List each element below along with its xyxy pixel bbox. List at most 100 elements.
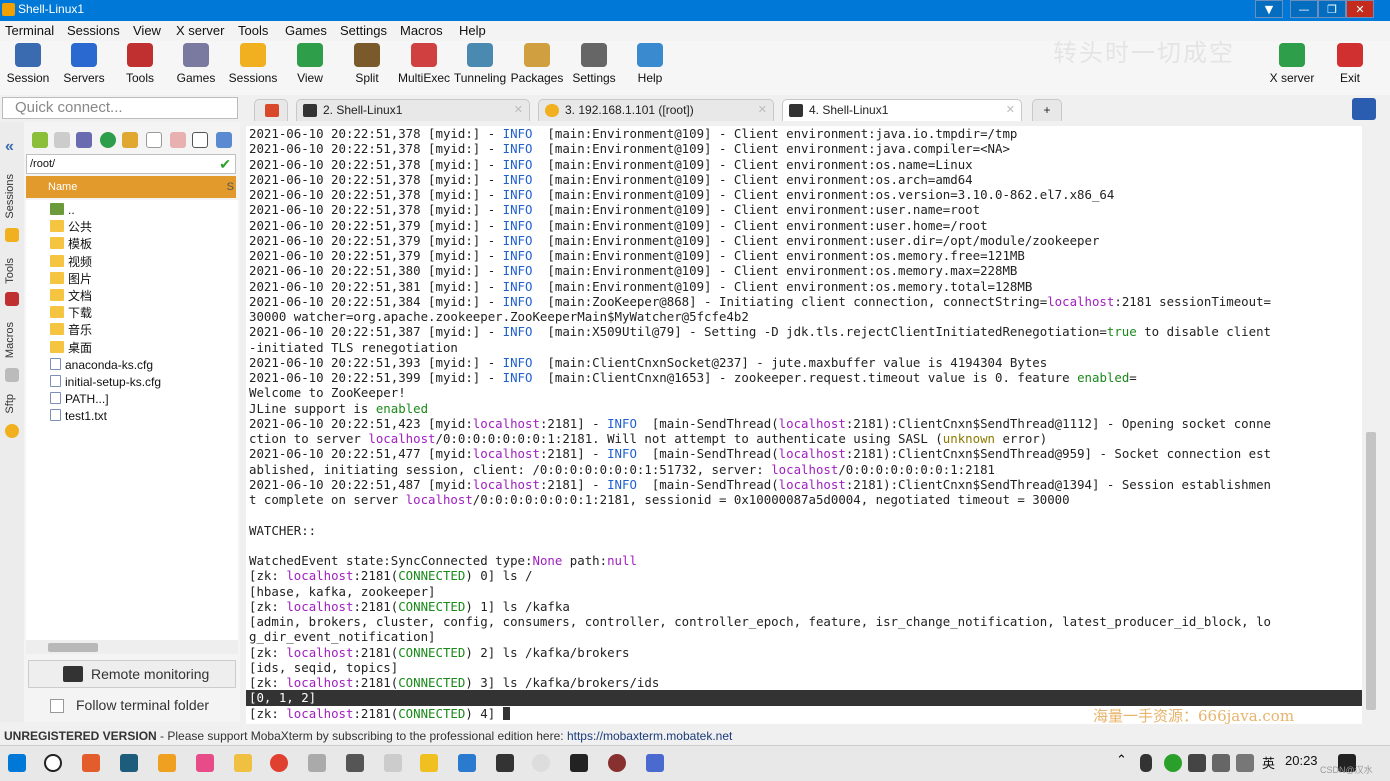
terminal-output[interactable]: 2021-06-10 20:22:51,378 [myid:] - INFO [… — [246, 126, 1362, 724]
rename-icon[interactable] — [192, 132, 208, 148]
menu-games[interactable]: Games — [285, 23, 327, 38]
tab-192-168-1-101[interactable]: 3. 192.168.1.101 ([root]) ✕ — [538, 99, 774, 121]
taskbar-app-icon[interactable] — [308, 754, 326, 772]
toolbar-servers-button[interactable]: Servers — [56, 43, 112, 85]
taskbar-app-icon[interactable] — [120, 754, 138, 772]
view-icon[interactable] — [216, 132, 232, 148]
taskbar-app-icon[interactable] — [458, 754, 476, 772]
quick-connect-input[interactable]: Quick connect... — [2, 97, 238, 119]
toolbar-settings-button[interactable]: Settings — [566, 43, 622, 85]
taskbar-app-icon[interactable] — [420, 754, 438, 772]
input-language[interactable]: 英 — [1262, 753, 1275, 772]
tab-shell-linux1-4[interactable]: 4. Shell-Linux1 ✕ — [782, 99, 1022, 121]
menu-terminal[interactable]: Terminal — [5, 23, 54, 38]
home-folder-icon[interactable] — [76, 132, 92, 148]
tray-icon[interactable] — [1164, 754, 1182, 772]
home-tab[interactable] — [254, 99, 288, 121]
close-icon[interactable]: ✕ — [758, 100, 767, 121]
minimize-button[interactable]: — — [1290, 0, 1318, 18]
toolbar-x-server-button[interactable]: X server — [1264, 43, 1320, 85]
checkmark-icon[interactable]: ✔ — [219, 155, 231, 173]
start-icon[interactable] — [8, 754, 26, 772]
download-icon[interactable] — [54, 132, 70, 148]
close-icon[interactable]: ✕ — [1006, 100, 1015, 121]
toolbar-session-button[interactable]: Session — [0, 43, 56, 85]
microphone-icon[interactable] — [1140, 754, 1152, 772]
taskbar-app-icon[interactable] — [570, 754, 588, 772]
folder-item[interactable]: 模板 — [50, 236, 92, 253]
folder-item[interactable]: 公共 — [50, 219, 92, 236]
taskbar-app-icon[interactable] — [196, 754, 214, 772]
menu-x-server[interactable]: X server — [176, 23, 224, 38]
folder-item[interactable]: 视频 — [50, 254, 92, 271]
maximize-button[interactable]: ❐ — [1318, 0, 1346, 18]
attach-icon[interactable] — [1352, 98, 1376, 120]
toolbar-help-button[interactable]: Help — [622, 43, 678, 85]
side-tab-sftp[interactable]: Sftp — [4, 394, 16, 414]
toolbar-sessions-button[interactable]: Sessions — [225, 43, 281, 85]
close-icon[interactable]: ✕ — [514, 100, 523, 121]
folder-item[interactable]: 桌面 — [50, 340, 92, 357]
clock[interactable]: 20:23 — [1285, 753, 1318, 768]
tray-icon[interactable] — [1188, 754, 1206, 772]
network-icon[interactable] — [1212, 754, 1230, 772]
file-item[interactable]: .. — [50, 202, 75, 219]
menu-help[interactable]: Help — [459, 23, 486, 38]
folder-item[interactable]: 音乐 — [50, 322, 92, 339]
collapse-icon[interactable]: « — [5, 138, 14, 156]
taskbar-app-icon[interactable] — [608, 754, 626, 772]
new-tab-button[interactable]: + — [1032, 99, 1062, 121]
menu-dropdown-button[interactable]: ▼ — [1255, 0, 1283, 18]
scroll-thumb[interactable] — [1366, 432, 1376, 710]
taskbar-app-icon[interactable] — [82, 754, 100, 772]
tab-shell-linux1-2[interactable]: 2. Shell-Linux1 ✕ — [296, 99, 530, 121]
folder-item[interactable]: 文档 — [50, 288, 92, 305]
scroll-thumb[interactable] — [48, 643, 98, 652]
side-tab-tools[interactable]: Tools — [4, 258, 16, 284]
menu-sessions[interactable]: Sessions — [67, 23, 120, 38]
upload-folder-icon[interactable] — [32, 132, 48, 148]
toolbar-multiexec-button[interactable]: MultiExec — [396, 43, 452, 85]
close-button[interactable]: ✕ — [1346, 0, 1374, 18]
folder-item[interactable]: 图片 — [50, 271, 92, 288]
horizontal-scrollbar[interactable] — [26, 640, 238, 654]
new-file-icon[interactable] — [146, 132, 162, 148]
toolbar-split-button[interactable]: Split — [339, 43, 395, 85]
taskbar-app-icon[interactable] — [158, 754, 176, 772]
toolbar-packages-button[interactable]: Packages — [509, 43, 565, 85]
toolbar-view-button[interactable]: View — [282, 43, 338, 85]
terminal-scrollbar[interactable] — [1363, 126, 1379, 724]
search-icon[interactable] — [44, 754, 62, 772]
file-item[interactable]: test1.txt — [50, 408, 107, 425]
menu-settings[interactable]: Settings — [340, 23, 387, 38]
file-item[interactable]: anaconda-ks.cfg — [50, 357, 153, 374]
chevron-up-icon[interactable]: ⌃ — [1116, 752, 1127, 768]
mobaxterm-link[interactable]: https://mobaxterm.mobatek.net — [567, 729, 732, 743]
remote-monitoring-button[interactable]: Remote monitoring — [28, 660, 236, 688]
toolbar-tools-button[interactable]: Tools — [112, 43, 168, 85]
side-tab-sessions[interactable]: Sessions — [4, 174, 16, 219]
menu-view[interactable]: View — [133, 23, 161, 38]
volume-icon[interactable] — [1236, 754, 1254, 772]
follow-terminal-folder-option[interactable]: Follow terminal folder — [28, 694, 236, 718]
menu-macros[interactable]: Macros — [400, 23, 443, 38]
taskbar-app-icon[interactable] — [646, 754, 664, 772]
toolbar-exit-button[interactable]: Exit — [1322, 43, 1378, 85]
file-explorer-icon[interactable] — [234, 754, 252, 772]
taskbar-app-icon[interactable] — [384, 754, 402, 772]
refresh-icon[interactable] — [100, 132, 116, 148]
taskbar-app-icon[interactable] — [346, 754, 364, 772]
taskbar-app-icon[interactable] — [532, 754, 550, 772]
toolbar-games-button[interactable]: Games — [168, 43, 224, 85]
file-item[interactable]: PATH...] — [50, 391, 109, 408]
toolbar-tunneling-button[interactable]: Tunneling — [452, 43, 508, 85]
mobaxterm-taskbar-icon[interactable] — [496, 754, 514, 772]
file-item[interactable]: initial-setup-ks.cfg — [50, 374, 161, 391]
chrome-icon[interactable] — [270, 754, 288, 772]
side-tab-macros[interactable]: Macros — [4, 322, 16, 358]
sftp-path-field[interactable]: /root/ ✔ — [26, 154, 236, 174]
file-list-header[interactable]: Name S — [26, 176, 236, 198]
delete-icon[interactable] — [170, 132, 186, 148]
new-folder-icon[interactable] — [122, 132, 138, 148]
menu-tools[interactable]: Tools — [238, 23, 268, 38]
